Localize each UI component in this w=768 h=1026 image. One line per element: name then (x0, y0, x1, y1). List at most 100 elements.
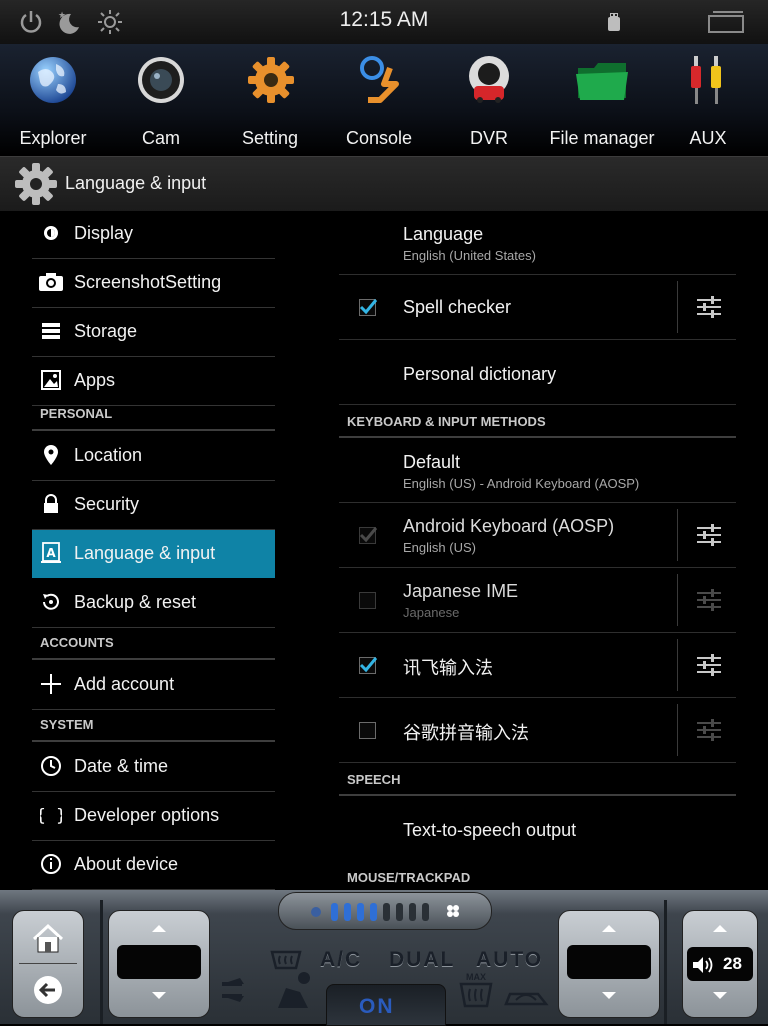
chevron-up-icon[interactable] (151, 923, 167, 933)
right-temp-control (558, 910, 660, 1018)
camera-icon (39, 273, 63, 291)
plus-icon (41, 674, 61, 694)
language-pref[interactable]: Language English (United States) (339, 210, 736, 275)
fan-level-segment (383, 903, 390, 921)
chevron-up-icon[interactable] (712, 923, 728, 933)
chevron-down-icon[interactable] (712, 991, 728, 1001)
home-icon[interactable] (31, 923, 65, 955)
nav-item-label: Developer options (74, 805, 220, 825)
chevron-up-icon[interactable] (601, 923, 617, 933)
dock-app-label: Setting (241, 128, 299, 148)
svg-text:{ }: { } (40, 806, 62, 826)
sliders-settings-icon[interactable] (696, 522, 722, 548)
japanese-ime-pref[interactable]: Japanese IME Japanese (339, 568, 736, 633)
globe-icon (30, 57, 76, 103)
app-dock: Explorer Cam Setting Console DVR File ma… (0, 44, 768, 156)
dock-app-console[interactable]: Console (324, 44, 434, 156)
pref-summary: Japanese (403, 605, 460, 620)
divider (100, 900, 103, 1024)
dock-app-explorer[interactable]: Explorer (0, 44, 106, 156)
pref-summary: English (US) (403, 540, 476, 555)
location-pin-icon (44, 445, 58, 465)
dock-app-setting[interactable]: Setting (216, 44, 324, 156)
google-pinyin-checkbox[interactable] (359, 722, 376, 739)
nav-item-security[interactable]: Security (32, 481, 275, 530)
nav-item-location[interactable]: Location (32, 432, 275, 481)
nav-item-add-account[interactable]: Add account (32, 661, 275, 710)
braces-icon: { } (40, 806, 62, 826)
nav-item-display[interactable]: Display (32, 210, 275, 259)
fan-level-segment (409, 903, 416, 921)
dock-app-aux[interactable]: AUX (660, 44, 756, 156)
nav-item-developer-options[interactable]: { } Developer options (32, 792, 275, 841)
settings-gear-icon[interactable] (14, 162, 58, 206)
japanese-ime-checkbox[interactable] (359, 592, 376, 609)
gear-icon (248, 57, 294, 103)
tts-pref[interactable]: Text-to-speech output (339, 796, 736, 860)
nav-item-storage[interactable]: Storage (32, 308, 275, 357)
personal-dictionary-pref[interactable]: Personal dictionary (339, 340, 736, 405)
spell-checker-checkbox[interactable] (359, 299, 378, 316)
lock-icon (44, 494, 58, 513)
fan-level-segment (396, 903, 403, 921)
xunfei-ime-pref[interactable]: 讯飞输入法 (339, 633, 736, 698)
airflow-direction-icon[interactable] (220, 974, 254, 1008)
seat-airflow-icon[interactable] (268, 970, 316, 1012)
xunfei-ime-checkbox[interactable] (359, 657, 378, 674)
default-keyboard-pref[interactable]: Default English (US) - Android Keyboard … (339, 438, 736, 503)
nav-item-label: Add account (74, 674, 175, 694)
settings-header: Language & input (0, 156, 768, 211)
nav-item-language-input[interactable]: A Language & input (32, 530, 275, 578)
recent-apps-icon[interactable] (706, 8, 746, 36)
nav-item-backup-reset[interactable]: Backup & reset (32, 579, 275, 628)
info-icon (41, 854, 61, 874)
recirculation-icon[interactable] (502, 982, 552, 1012)
spell-checker-pref[interactable]: Spell checker (339, 275, 736, 340)
chevron-down-icon[interactable] (151, 991, 167, 1001)
clock-icon (41, 756, 61, 776)
keyboard-a-icon: A (41, 542, 61, 563)
dual-button[interactable]: DUAL (389, 948, 455, 972)
backup-icon (43, 593, 59, 610)
android-keyboard-pref[interactable]: Android Keyboard (AOSP) English (US) (339, 503, 736, 568)
svg-text:A: A (46, 546, 56, 560)
rear-defrost-icon[interactable] (268, 948, 304, 972)
speaker-icon (693, 957, 713, 973)
section-heading-label: SPEECH (347, 772, 401, 787)
dock-app-cam[interactable]: Cam (106, 44, 216, 156)
ac-button[interactable]: A/C (320, 948, 362, 972)
back-icon[interactable] (31, 973, 65, 1007)
pref-title: Android Keyboard (AOSP) (403, 516, 615, 536)
volume-control: 28 (682, 910, 758, 1018)
nav-item-label: Apps (74, 370, 116, 390)
section-heading-label: KEYBOARD & INPUT METHODS (347, 414, 546, 429)
divider (677, 574, 678, 626)
divider (677, 281, 678, 333)
dashcam-icon (469, 56, 509, 103)
nav-item-screenshot-setting[interactable]: ScreenshotSetting (32, 259, 275, 308)
dock-app-label: Explorer (19, 128, 87, 148)
sliders-settings-icon[interactable] (696, 294, 722, 320)
check-icon (359, 657, 378, 673)
nav-item-label: Storage (74, 321, 138, 341)
dock-app-file-manager[interactable]: File manager (544, 44, 660, 156)
google-pinyin-pref[interactable]: 谷歌拼音输入法 (339, 698, 736, 763)
nav-heading-system: SYSTEM (32, 710, 275, 742)
nav-item-label: Language & input (74, 543, 216, 563)
nav-item-label: Date & time (74, 756, 169, 776)
dock-app-dvr[interactable]: DVR (434, 44, 544, 156)
volume-display: 28 (687, 947, 753, 981)
auto-button[interactable]: AUTO (476, 948, 543, 972)
fan-speed-control[interactable] (278, 892, 492, 930)
pref-title: Spell checker (403, 297, 512, 317)
climate-power-button[interactable]: ON (326, 984, 446, 1026)
home-back-panel (12, 910, 84, 1018)
fan-level-segment (331, 903, 338, 921)
sliders-settings-icon (697, 589, 721, 611)
section-heading-label: MOUSE/TRACKPAD (347, 870, 471, 885)
chevron-down-icon[interactable] (601, 991, 617, 1001)
nav-item-date-time[interactable]: Date & time (32, 743, 275, 792)
android-keyboard-checkbox[interactable] (359, 527, 378, 544)
nav-item-about-device[interactable]: About device (32, 841, 275, 890)
sliders-settings-icon[interactable] (696, 652, 722, 678)
